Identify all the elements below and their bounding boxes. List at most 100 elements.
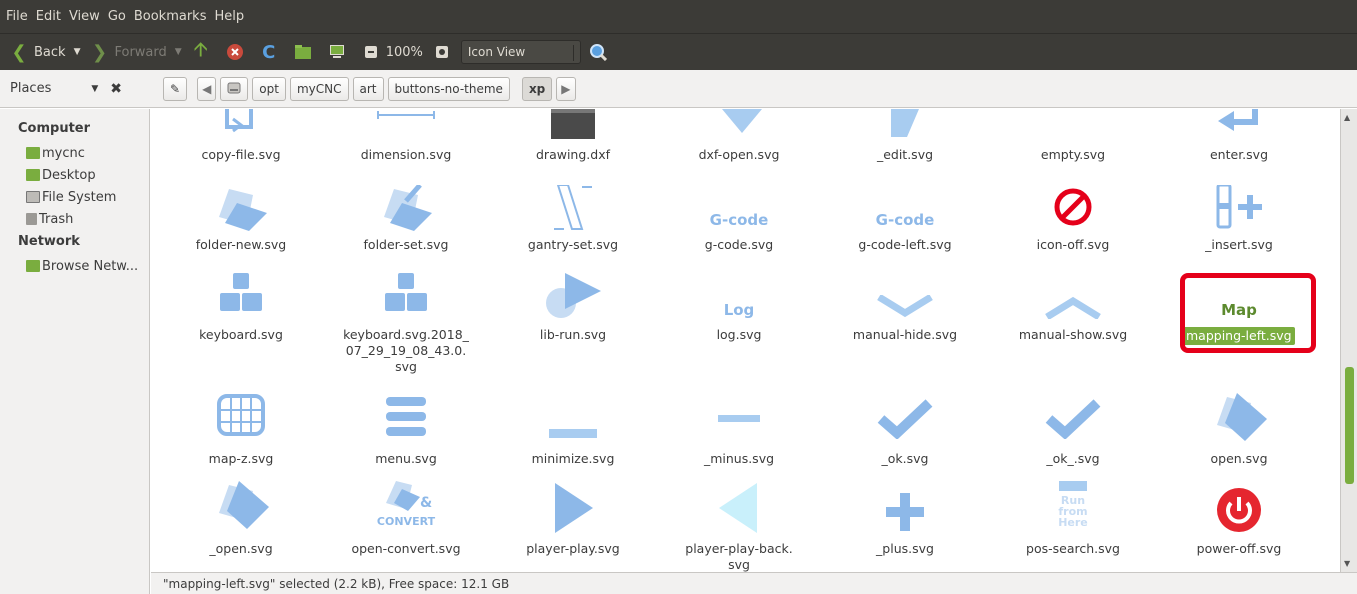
breadcrumb-opt[interactable]: opt — [252, 76, 286, 101]
file-item[interactable]: empty.svg — [993, 109, 1153, 179]
breadcrumb-scroll-right[interactable]: ▶ — [556, 76, 576, 101]
forward-button[interactable]: ❯ Forward ▼ — [90, 41, 182, 63]
file-item[interactable]: _minus.svg — [659, 393, 819, 473]
open-folder-icon — [1217, 393, 1267, 441]
file-item[interactable]: keyboard.svg.2018_ 07_29_19_08_43.0. svg — [326, 273, 486, 383]
drive-icon — [227, 81, 241, 97]
reload-icon: C — [262, 41, 276, 63]
file-item[interactable]: open.svg — [1159, 393, 1319, 473]
menu-go[interactable]: Go — [108, 9, 126, 24]
pencil-icon: ✎ — [170, 81, 181, 96]
drawing-icon — [551, 109, 595, 139]
file-item[interactable]: folder-new.svg — [161, 185, 321, 261]
run-from-here-text: Run from Here — [1058, 494, 1088, 529]
breadcrumb-buttons-no-theme[interactable]: buttons-no-theme — [387, 76, 510, 101]
file-item[interactable]: gantry-set.svg — [493, 185, 653, 261]
file-item[interactable]: _edit.svg — [825, 109, 985, 179]
icon-off-icon — [1054, 188, 1092, 226]
file-item[interactable]: player-play.svg — [493, 481, 653, 561]
vertical-scrollbar[interactable]: ▲ ▼ — [1340, 109, 1357, 572]
scrollbar-thumb[interactable] — [1345, 367, 1354, 484]
file-item[interactable]: dxf-open.svg — [659, 109, 819, 179]
menu-edit[interactable]: Edit — [36, 9, 61, 24]
file-item[interactable]: _insert.svg — [1159, 185, 1319, 261]
scroll-up-icon[interactable]: ▲ — [1344, 113, 1350, 122]
file-item[interactable]: player-play-back. svg — [659, 481, 819, 572]
file-item[interactable]: G-code g-code-left.svg — [825, 185, 985, 261]
scroll-down-icon[interactable]: ▼ — [1344, 559, 1350, 568]
file-item[interactable]: Run from Here pos-search.svg — [993, 481, 1153, 561]
search-button[interactable] — [589, 43, 613, 61]
file-item[interactable]: drawing.dxf — [493, 109, 653, 179]
file-item[interactable]: _open.svg — [161, 481, 321, 561]
keyboard-icon — [385, 273, 427, 311]
sidebar-item-desktop[interactable]: Desktop — [0, 164, 149, 186]
file-item[interactable]: _plus.svg — [825, 481, 985, 561]
reload-button[interactable]: C — [260, 41, 284, 63]
home-button[interactable] — [294, 43, 318, 61]
sidebar: Computer mycnc Desktop File System Trash… — [0, 109, 150, 594]
file-item[interactable]: keyboard.svg — [161, 273, 321, 383]
edit-location-button[interactable]: ✎ — [163, 76, 188, 101]
file-item[interactable]: enter.svg — [1159, 109, 1319, 179]
file-item[interactable]: Log log.svg — [659, 273, 819, 383]
view-selector[interactable]: Icon View — [460, 40, 581, 64]
file-item[interactable]: dimension.svg — [326, 109, 486, 179]
file-item[interactable]: minimize.svg — [493, 393, 653, 473]
file-item[interactable]: folder-set.svg — [326, 185, 486, 261]
places-selector[interactable]: Places ▼ ✖ — [10, 81, 155, 97]
menu-file[interactable]: File — [6, 9, 28, 24]
view-mode-icon-button[interactable] — [433, 43, 457, 61]
status-bar: "mapping-left.svg" selected (2.2 kB), Fr… — [151, 572, 1357, 594]
menu-view[interactable]: View — [69, 9, 100, 24]
sidebar-item-mycnc[interactable]: mycnc — [0, 142, 149, 164]
convert-text: CONVERT — [376, 515, 436, 528]
file-item[interactable]: copy-file.svg — [161, 109, 321, 179]
file-item[interactable]: _ok.svg — [825, 393, 985, 473]
breadcrumb-art[interactable]: art — [352, 76, 384, 101]
menu-bookmarks[interactable]: Bookmarks — [134, 9, 207, 24]
sidebar-item-trash[interactable]: Trash — [0, 208, 149, 230]
trash-icon — [26, 213, 37, 225]
sidebar-item-browse-network[interactable]: Browse Netw... — [0, 255, 149, 277]
plus-icon — [886, 493, 924, 531]
computer-button[interactable] — [328, 43, 352, 61]
zoom-control[interactable]: 100% — [362, 43, 423, 61]
copy-file-icon — [225, 109, 253, 133]
stop-button[interactable] — [226, 43, 250, 61]
file-item[interactable]: menu.svg — [326, 393, 486, 473]
file-item[interactable]: G-code g-code.svg — [659, 185, 819, 261]
sidebar-item-file-system[interactable]: File System — [0, 186, 149, 208]
file-item[interactable]: manual-show.svg — [993, 273, 1153, 383]
manual-hide-icon — [877, 295, 933, 318]
home-folder-icon — [26, 147, 40, 159]
menu-help[interactable]: Help — [214, 9, 244, 24]
up-button[interactable]: 🡩 — [192, 37, 216, 61]
forward-arrow-icon: ❯ — [91, 41, 108, 63]
file-item[interactable]: power-off.svg — [1159, 481, 1319, 561]
open-convert-icon: & — [386, 481, 432, 511]
chevron-down-icon: ▼ — [91, 83, 99, 94]
back-button[interactable]: ❮ Back ▼ — [10, 42, 80, 63]
breadcrumb-xp[interactable]: xp — [521, 76, 553, 101]
file-item[interactable]: lib-run.svg — [493, 273, 653, 383]
file-item[interactable]: manual-hide.svg — [825, 273, 985, 383]
camera-icon — [433, 43, 451, 61]
breadcrumb-scroll-left[interactable]: ◀ — [197, 76, 217, 101]
sidebar-heading-network: Network — [18, 234, 80, 249]
file-item[interactable]: map-z.svg — [161, 393, 321, 473]
file-item[interactable]: icon-off.svg — [993, 185, 1153, 261]
file-view[interactable]: copy-file.svg dimension.svg drawing.dxf … — [151, 109, 1340, 572]
selection-highlight-box — [1180, 273, 1316, 353]
ok-icon — [877, 399, 933, 439]
gantry-set-icon — [554, 185, 592, 230]
sidebar-heading-computer: Computer — [18, 121, 91, 136]
play-back-icon — [719, 483, 757, 533]
breadcrumb-mycnc[interactable]: myCNC — [289, 76, 349, 101]
minimize-icon — [549, 429, 597, 438]
computer-icon — [328, 43, 346, 61]
breadcrumb-root[interactable] — [220, 76, 249, 101]
close-sidebar-icon[interactable]: ✖ — [110, 81, 122, 97]
file-item[interactable]: _ok_.svg — [993, 393, 1153, 473]
file-item[interactable]: & CONVERT open-convert.svg — [326, 481, 486, 561]
